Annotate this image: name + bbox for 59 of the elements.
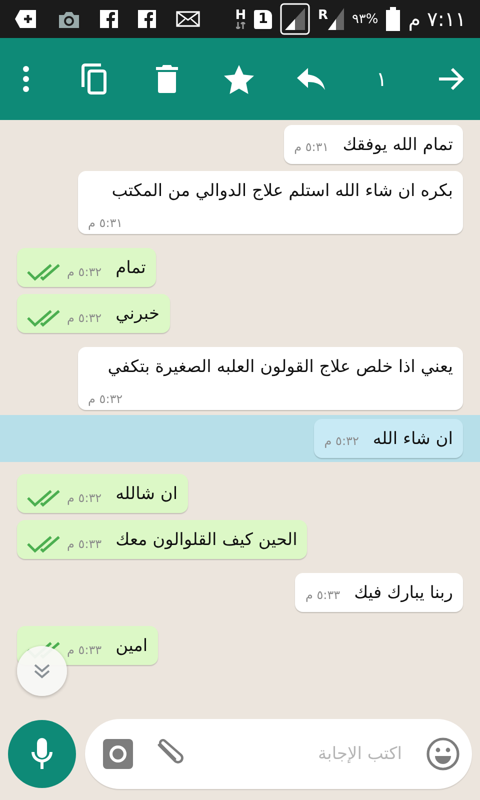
message-time: ٥:٣٣ م	[67, 643, 102, 657]
roaming-indicator: R	[318, 9, 328, 22]
arrow-right-icon	[438, 67, 465, 91]
message-time: ٥:٣٢ م	[324, 434, 359, 448]
message-time: ٥:٣٣ م	[305, 588, 340, 602]
camera-button[interactable]	[103, 739, 133, 769]
add-note-icon	[14, 9, 38, 29]
message-time: ٥:٣١ م	[88, 216, 123, 230]
message-text: بكره ان شاء الله استلم علاج الدوالي من المكتب	[112, 181, 453, 201]
message-text: ربنا يبارك فيك	[354, 583, 453, 603]
incoming-message-bubble[interactable]: بكره ان شاء الله استلم علاج الدوالي من المكتب ٥:٣١ م	[78, 171, 463, 234]
message-input-field[interactable]: اكتب الإجابة	[209, 743, 404, 765]
double-check-icon	[27, 489, 61, 507]
sim-indicator: 1	[254, 10, 272, 28]
clock: ٧:١١ م	[408, 7, 466, 31]
outgoing-message-bubble[interactable]: تمام ٥:٣٢ م	[17, 248, 156, 287]
camera-icon	[58, 10, 80, 28]
message-text: ان شالله	[116, 484, 178, 504]
incoming-message-bubble[interactable]: تمام الله يوفقك ٥:٣١ م	[284, 125, 463, 164]
trash-icon	[156, 65, 178, 93]
signal-icon	[328, 8, 344, 30]
outgoing-message-bubble[interactable]: ان شالله ٥:٣٢ م	[17, 474, 188, 513]
battery-icon	[386, 7, 400, 31]
message-text: ان شاء الله	[372, 429, 453, 449]
microphone-icon	[31, 738, 53, 770]
incoming-message-bubble[interactable]: يعني اذا خلص علاج القولون العلبه الصغيرة بتكفي ٥:٣٢ م	[78, 347, 463, 410]
message-time: ٥:٣٢ م	[67, 311, 102, 325]
more-vertical-icon	[23, 66, 29, 92]
battery-percentage: ٩٣%	[352, 12, 378, 26]
facebook-icon	[138, 10, 156, 28]
copy-icon	[80, 63, 108, 95]
message-time: ٥:٣٣ م	[67, 537, 102, 551]
network-type-indicator: H	[235, 10, 246, 28]
double-check-icon	[27, 309, 61, 327]
selected-count: ١	[375, 66, 388, 93]
message-text: يعني اذا خلص علاج القولون العلبه الصغيرة بتكفي	[108, 357, 453, 377]
star-icon	[224, 64, 254, 94]
outgoing-message-bubble[interactable]: الحين كيف القلوالون معك ٥:٣٣ م	[17, 520, 308, 559]
message-text: الحين كيف القلوالون معك	[116, 530, 298, 550]
mail-icon	[176, 11, 200, 27]
message-time: ٥:٣٢ م	[67, 265, 102, 279]
double-chevron-down-icon	[33, 663, 51, 679]
incoming-message-bubble[interactable]: ربنا يبارك فيك ٥:٣٣ م	[295, 573, 463, 612]
facebook-icon	[100, 10, 118, 28]
outgoing-message-bubble[interactable]: خبرني ٥:٣٢ م	[17, 294, 170, 333]
message-text: تمام	[116, 258, 146, 278]
reply-arrow-icon	[297, 68, 326, 90]
scroll-down-button[interactable]	[17, 646, 67, 696]
double-check-icon	[27, 535, 61, 553]
message-time: ٥:٣٢ م	[88, 392, 123, 406]
message-text: خبرني	[116, 304, 160, 324]
double-check-icon	[27, 263, 61, 281]
emoji-button[interactable]	[426, 737, 460, 771]
message-time: ٥:٣١ م	[294, 140, 329, 154]
message-text: تمام الله يوفقك	[342, 135, 453, 155]
message-text: امين	[116, 636, 148, 656]
signal-icon	[280, 3, 310, 35]
incoming-message-bubble[interactable]: ان شاء الله ٥:٣٢ م	[314, 419, 463, 458]
message-time: ٥:٣٢ م	[67, 491, 102, 505]
